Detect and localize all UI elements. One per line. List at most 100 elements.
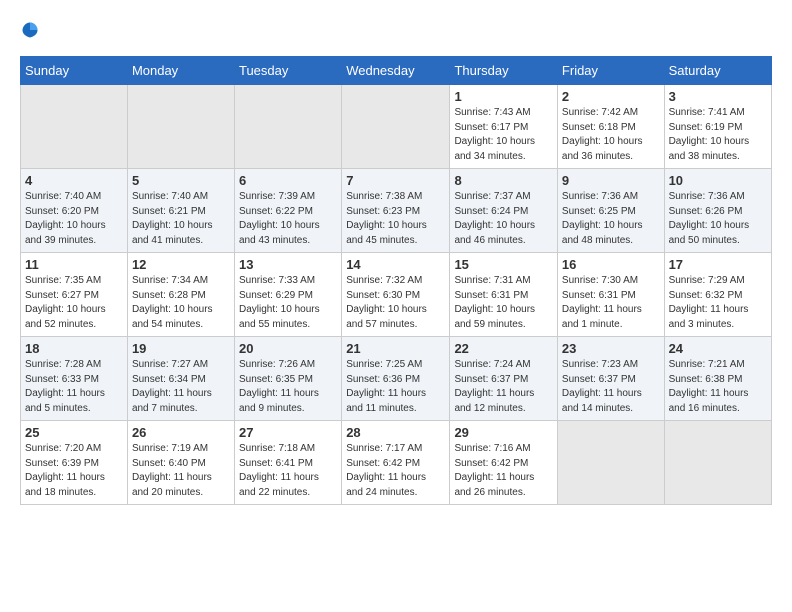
calendar-week-row: 25 Sunrise: 7:20 AMSunset: 6:39 PMDayligh… — [21, 421, 772, 505]
calendar-cell: 9 Sunrise: 7:36 AMSunset: 6:25 PMDaylight… — [557, 169, 664, 253]
day-info: Sunrise: 7:24 AMSunset: 6:37 PMDaylight:… — [454, 358, 552, 416]
day-info: Sunrise: 7:26 AMSunset: 6:35 PMDaylight:… — [239, 358, 337, 416]
calendar-cell: 12 Sunrise: 7:34 AMSunset: 6:28 PMDayligh… — [127, 253, 234, 337]
calendar-table: SundayMondayTuesdayWednesdayThursdayFrid… — [20, 56, 772, 505]
day-number: 1 — [454, 89, 552, 104]
day-number: 7 — [346, 173, 445, 188]
calendar-cell: 22 Sunrise: 7:24 AMSunset: 6:37 PMDayligh… — [450, 337, 557, 421]
calendar-header-row: SundayMondayTuesdayWednesdayThursdayFrid… — [21, 57, 772, 85]
day-number: 8 — [454, 173, 552, 188]
day-info: Sunrise: 7:18 AMSunset: 6:41 PMDaylight:… — [239, 442, 337, 500]
day-number: 20 — [239, 341, 337, 356]
calendar-cell: 1Sunrise: 7:43 AMSunset: 6:17 PMDaylight… — [450, 85, 557, 169]
calendar-cell: 14 Sunrise: 7:32 AMSunset: 6:30 PMDayligh… — [342, 253, 450, 337]
day-number: 28 — [346, 425, 445, 440]
calendar-cell: 11Sunrise: 7:35 AMSunset: 6:27 PMDayligh… — [21, 253, 128, 337]
calendar-cell: 20 Sunrise: 7:26 AMSunset: 6:35 PMDayligh… — [234, 337, 341, 421]
calendar-cell: 13 Sunrise: 7:33 AMSunset: 6:29 PMDayligh… — [234, 253, 341, 337]
calendar-cell: 3 Sunrise: 7:41 AMSunset: 6:19 PMDaylight… — [664, 85, 771, 169]
calendar-cell: 17 Sunrise: 7:29 AMSunset: 6:32 PMDayligh… — [664, 253, 771, 337]
calendar-cell — [234, 85, 341, 169]
calendar-cell: 26 Sunrise: 7:19 AMSunset: 6:40 PMDayligh… — [127, 421, 234, 505]
day-info: Sunrise: 7:40 AMSunset: 6:21 PMDaylight:… — [132, 190, 230, 248]
day-number: 19 — [132, 341, 230, 356]
day-of-week-header: Thursday — [450, 57, 557, 85]
day-number: 29 — [454, 425, 552, 440]
calendar-cell — [21, 85, 128, 169]
day-info: Sunrise: 7:30 AMSunset: 6:31 PMDaylight:… — [562, 274, 660, 332]
day-info: Sunrise: 7:29 AMSunset: 6:32 PMDaylight:… — [669, 274, 767, 332]
logo — [20, 20, 44, 40]
calendar-week-row: 11Sunrise: 7:35 AMSunset: 6:27 PMDayligh… — [21, 253, 772, 337]
day-info: Sunrise: 7:19 AMSunset: 6:40 PMDaylight:… — [132, 442, 230, 500]
day-number: 26 — [132, 425, 230, 440]
calendar-cell: 5Sunrise: 7:40 AMSunset: 6:21 PMDaylight… — [127, 169, 234, 253]
calendar-cell: 2 Sunrise: 7:42 AMSunset: 6:18 PMDaylight… — [557, 85, 664, 169]
calendar-cell: 10 Sunrise: 7:36 AMSunset: 6:26 PMDayligh… — [664, 169, 771, 253]
day-number: 14 — [346, 257, 445, 272]
day-number: 9 — [562, 173, 660, 188]
calendar-cell: 24 Sunrise: 7:21 AMSunset: 6:38 PMDayligh… — [664, 337, 771, 421]
calendar-cell: 16 Sunrise: 7:30 AMSunset: 6:31 PMDayligh… — [557, 253, 664, 337]
calendar-cell — [664, 421, 771, 505]
day-number: 12 — [132, 257, 230, 272]
day-number: 25 — [25, 425, 123, 440]
day-info: Sunrise: 7:23 AMSunset: 6:37 PMDaylight:… — [562, 358, 660, 416]
calendar-cell: 23 Sunrise: 7:23 AMSunset: 6:37 PMDayligh… — [557, 337, 664, 421]
calendar-cell — [557, 421, 664, 505]
day-number: 24 — [669, 341, 767, 356]
day-number: 3 — [669, 89, 767, 104]
day-info: Sunrise: 7:20 AMSunset: 6:39 PMDaylight:… — [25, 442, 123, 500]
day-info: Sunrise: 7:36 AMSunset: 6:25 PMDaylight:… — [562, 190, 660, 248]
day-info: Sunrise: 7:42 AMSunset: 6:18 PMDaylight:… — [562, 106, 660, 164]
calendar-cell: 8 Sunrise: 7:37 AMSunset: 6:24 PMDaylight… — [450, 169, 557, 253]
day-info: Sunrise: 7:32 AMSunset: 6:30 PMDaylight:… — [346, 274, 445, 332]
calendar-cell: 18 Sunrise: 7:28 AMSunset: 6:33 PMDayligh… — [21, 337, 128, 421]
calendar-week-row: 1Sunrise: 7:43 AMSunset: 6:17 PMDaylight… — [21, 85, 772, 169]
day-number: 22 — [454, 341, 552, 356]
day-info: Sunrise: 7:27 AMSunset: 6:34 PMDaylight:… — [132, 358, 230, 416]
calendar-cell: 19 Sunrise: 7:27 AMSunset: 6:34 PMDayligh… — [127, 337, 234, 421]
calendar-cell: 4Sunrise: 7:40 AMSunset: 6:20 PMDaylight… — [21, 169, 128, 253]
day-info: Sunrise: 7:36 AMSunset: 6:26 PMDaylight:… — [669, 190, 767, 248]
page-header — [20, 20, 772, 40]
logo-icon — [20, 20, 40, 40]
day-of-week-header: Saturday — [664, 57, 771, 85]
calendar-cell: 28 Sunrise: 7:17 AMSunset: 6:42 PMDayligh… — [342, 421, 450, 505]
calendar-cell — [342, 85, 450, 169]
day-info: Sunrise: 7:37 AMSunset: 6:24 PMDaylight:… — [454, 190, 552, 248]
day-number: 4 — [25, 173, 123, 188]
day-info: Sunrise: 7:33 AMSunset: 6:29 PMDaylight:… — [239, 274, 337, 332]
day-number: 6 — [239, 173, 337, 188]
day-number: 10 — [669, 173, 767, 188]
calendar-week-row: 4Sunrise: 7:40 AMSunset: 6:20 PMDaylight… — [21, 169, 772, 253]
day-number: 13 — [239, 257, 337, 272]
day-number: 18 — [25, 341, 123, 356]
day-info: Sunrise: 7:41 AMSunset: 6:19 PMDaylight:… — [669, 106, 767, 164]
day-of-week-header: Friday — [557, 57, 664, 85]
day-info: Sunrise: 7:21 AMSunset: 6:38 PMDaylight:… — [669, 358, 767, 416]
day-info: Sunrise: 7:38 AMSunset: 6:23 PMDaylight:… — [346, 190, 445, 248]
calendar-week-row: 18 Sunrise: 7:28 AMSunset: 6:33 PMDayligh… — [21, 337, 772, 421]
calendar-cell: 29 Sunrise: 7:16 AMSunset: 6:42 PMDayligh… — [450, 421, 557, 505]
day-of-week-header: Sunday — [21, 57, 128, 85]
day-info: Sunrise: 7:17 AMSunset: 6:42 PMDaylight:… — [346, 442, 445, 500]
day-of-week-header: Monday — [127, 57, 234, 85]
day-number: 27 — [239, 425, 337, 440]
day-number: 15 — [454, 257, 552, 272]
day-number: 2 — [562, 89, 660, 104]
day-info: Sunrise: 7:35 AMSunset: 6:27 PMDaylight:… — [25, 274, 123, 332]
day-number: 16 — [562, 257, 660, 272]
day-info: Sunrise: 7:34 AMSunset: 6:28 PMDaylight:… — [132, 274, 230, 332]
calendar-cell: 25 Sunrise: 7:20 AMSunset: 6:39 PMDayligh… — [21, 421, 128, 505]
day-of-week-header: Tuesday — [234, 57, 341, 85]
calendar-cell: 15Sunrise: 7:31 AMSunset: 6:31 PMDayligh… — [450, 253, 557, 337]
calendar-cell: 27 Sunrise: 7:18 AMSunset: 6:41 PMDayligh… — [234, 421, 341, 505]
day-info: Sunrise: 7:28 AMSunset: 6:33 PMDaylight:… — [25, 358, 123, 416]
day-number: 17 — [669, 257, 767, 272]
day-info: Sunrise: 7:16 AMSunset: 6:42 PMDaylight:… — [454, 442, 552, 500]
day-number: 23 — [562, 341, 660, 356]
calendar-cell: 7 Sunrise: 7:38 AMSunset: 6:23 PMDaylight… — [342, 169, 450, 253]
day-number: 21 — [346, 341, 445, 356]
calendar-cell — [127, 85, 234, 169]
